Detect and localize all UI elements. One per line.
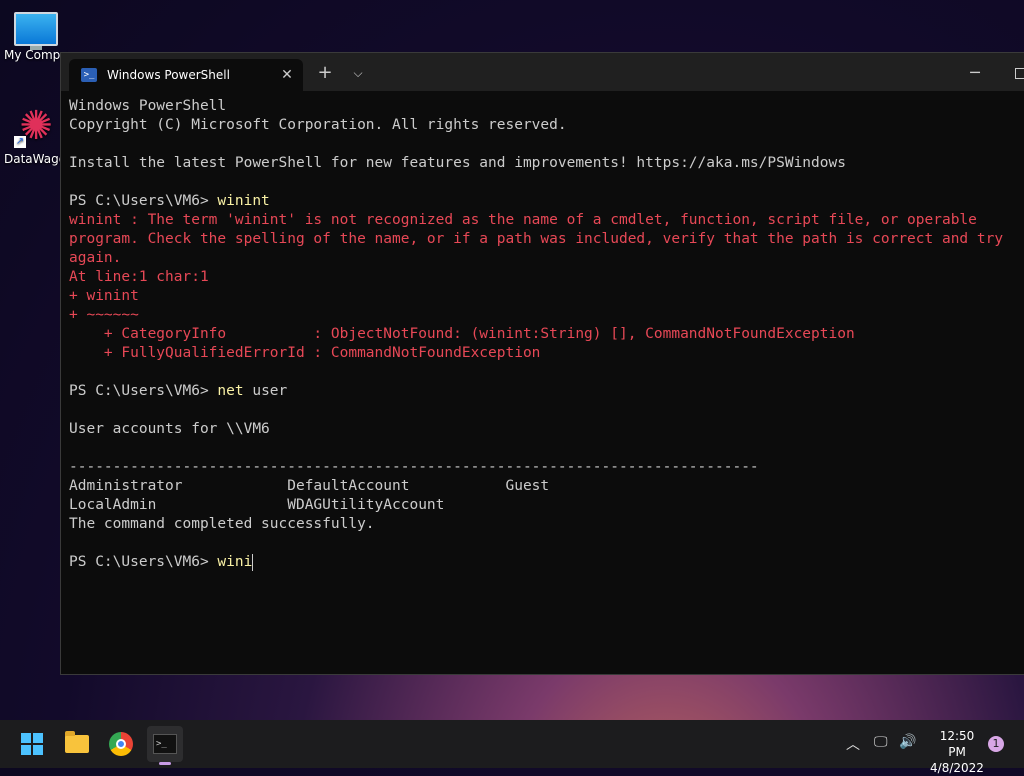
taskbar: >_ ︿ 🖵 🔊 12:50 PM 4/8/2022 1 bbox=[0, 720, 1024, 775]
console-line: again. bbox=[69, 250, 122, 266]
clock-date: 4/8/2022 bbox=[930, 761, 984, 775]
console-command: winint bbox=[217, 193, 270, 209]
volume-icon[interactable]: 🔊 bbox=[899, 734, 916, 750]
shortcut-arrow-icon: ↗ bbox=[14, 136, 26, 148]
console-line: Administrator DefaultAccount Guest bbox=[69, 478, 550, 494]
console-line: Install the latest PowerShell for new fe… bbox=[69, 155, 846, 171]
maximize-button[interactable] bbox=[1006, 59, 1024, 87]
minimize-button[interactable]: ─ bbox=[961, 59, 989, 87]
desktop-icon-my-computer[interactable]: My Comput bbox=[4, 8, 68, 62]
chevron-down-icon[interactable]: ⌵ bbox=[344, 59, 372, 87]
console-line: PS C:\Users\VM6> net user bbox=[69, 382, 1024, 401]
new-tab-button[interactable]: + bbox=[311, 59, 339, 87]
console-prompt: PS C:\Users\VM6> bbox=[69, 383, 218, 399]
console-output[interactable]: Windows PowerShell Copyright (C) Microsof… bbox=[69, 97, 1024, 674]
network-icon[interactable]: 🖵 bbox=[874, 734, 888, 750]
text-cursor bbox=[252, 553, 254, 571]
computer-icon bbox=[14, 12, 58, 50]
chevron-up-icon[interactable]: ︿ bbox=[846, 734, 860, 754]
desktop-icon-datawagon[interactable]: ✺ ↗ DataWagon bbox=[4, 104, 68, 166]
tab-windows-powershell[interactable]: >_ Windows PowerShell ✕ bbox=[69, 59, 303, 91]
datawagon-logo-icon: ✺ ↗ bbox=[14, 103, 53, 149]
chrome-icon bbox=[109, 732, 133, 756]
console-line: The command completed successfully. bbox=[69, 516, 375, 532]
console-line: Windows PowerShell bbox=[69, 98, 227, 114]
console-line: At line:1 char:1 bbox=[69, 269, 209, 285]
console-prompt: PS C:\Users\VM6> bbox=[69, 193, 218, 209]
console-line: User accounts for \\VM6 bbox=[69, 421, 270, 437]
notification-badge[interactable]: 1 bbox=[988, 736, 1004, 752]
console-line: LocalAdmin WDAGUtilityAccount bbox=[69, 497, 445, 513]
start-button[interactable] bbox=[14, 726, 50, 762]
desktop-icon-label: My Comput bbox=[4, 48, 68, 62]
windows-logo-icon bbox=[21, 733, 43, 755]
tab-title: Windows PowerShell bbox=[107, 68, 230, 82]
console-line: PS C:\Users\VM6> winint bbox=[69, 192, 1024, 211]
clock[interactable]: 12:50 PM 4/8/2022 bbox=[930, 728, 984, 776]
console-command: net user bbox=[217, 383, 288, 399]
console-line: + CategoryInfo : ObjectNotFound: (winint… bbox=[69, 326, 855, 342]
console-prompt: PS C:\Users\VM6> bbox=[69, 554, 218, 570]
terminal-icon: >_ bbox=[153, 734, 177, 754]
tab-close-icon[interactable]: ✕ bbox=[277, 67, 297, 83]
clock-time: 12:50 PM bbox=[939, 729, 975, 759]
title-bar[interactable]: >_ Windows PowerShell ✕ + ⌵ ─ bbox=[61, 53, 1024, 91]
console-line: winint : The term 'winint' is not recogn… bbox=[69, 212, 977, 228]
console-line: PS C:\Users\VM6> wini bbox=[69, 553, 1024, 572]
console-line: + FullyQualifiedErrorId : CommandNotFoun… bbox=[69, 345, 541, 361]
powershell-window: >_ Windows PowerShell ✕ + ⌵ ─ Windows Po… bbox=[60, 52, 1024, 675]
desktop-icon-label: DataWagon bbox=[4, 152, 68, 166]
terminal-taskbar-button[interactable]: >_ bbox=[147, 726, 183, 765]
chrome-button[interactable] bbox=[103, 726, 139, 762]
console-line: + winint bbox=[69, 288, 139, 304]
console-command: wini bbox=[217, 554, 253, 570]
powershell-icon: >_ bbox=[81, 68, 97, 82]
folder-icon bbox=[65, 731, 89, 753]
file-explorer-button[interactable] bbox=[59, 726, 95, 762]
console-line: program. Check the spelling of the name,… bbox=[69, 231, 1004, 247]
console-line: + ~~~~~~ bbox=[69, 307, 139, 323]
console-line: Copyright (C) Microsoft Corporation. All… bbox=[69, 117, 567, 133]
console-line: ----------------------------------------… bbox=[69, 459, 759, 475]
